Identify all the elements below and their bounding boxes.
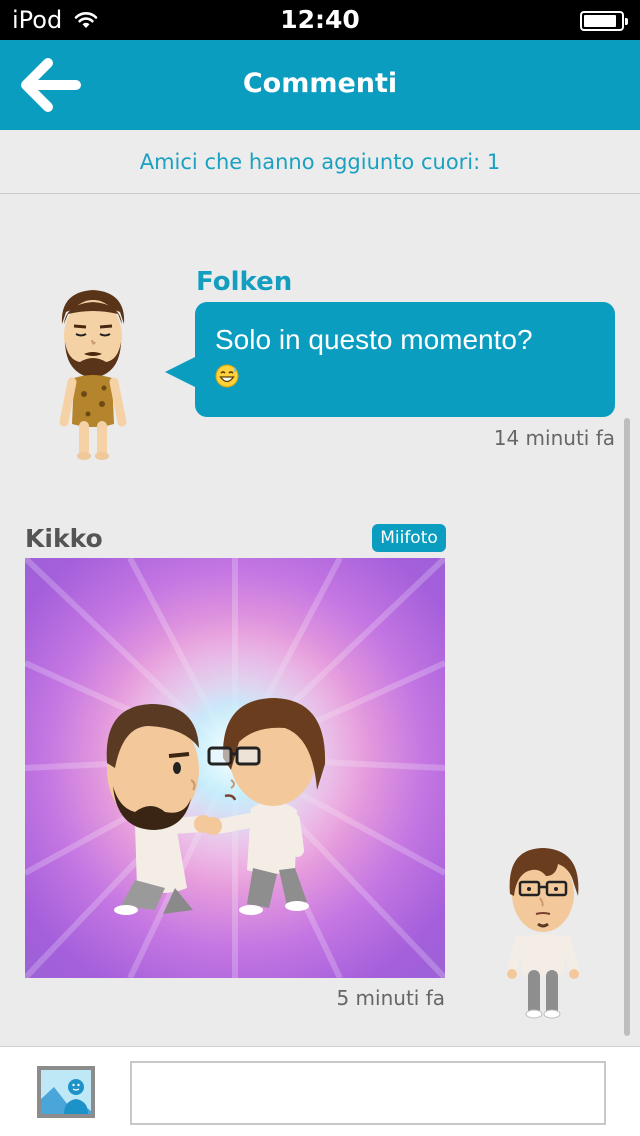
hearts-summary[interactable]: Amici che hanno aggiunto cuori: 1 <box>0 130 640 194</box>
folken-avatar[interactable] <box>48 284 138 464</box>
comment-timestamp: 5 minuti fa <box>336 986 445 1010</box>
battery-icon <box>580 11 628 31</box>
comment-text: Solo in questo momento? <box>215 324 533 355</box>
comment-bubble: Solo in questo momento? <box>165 302 615 417</box>
commenter-name[interactable]: Kikko <box>25 524 103 554</box>
sweat-smile-emoji-icon <box>215 364 239 388</box>
photo-attach-button[interactable] <box>36 1065 96 1119</box>
comment-composer <box>0 1046 640 1136</box>
comment-input[interactable] <box>130 1061 606 1125</box>
status-time: 12:40 <box>280 5 360 34</box>
photo-attach-icon <box>37 1066 95 1118</box>
header-bar: Commenti <box>0 40 640 130</box>
miifoto-badge: Miifoto <box>372 524 446 552</box>
commenter-name[interactable]: Folken <box>196 266 292 298</box>
comments-list: Folken Solo in questo momento? 14 minuti… <box>0 194 640 1046</box>
status-bar: iPod 12:40 <box>0 0 640 40</box>
comment-timestamp: 14 minuti fa <box>493 426 615 450</box>
page-title: Commenti <box>242 68 398 99</box>
scrollbar[interactable] <box>624 418 630 1036</box>
kikko-avatar[interactable] <box>498 842 588 1022</box>
miifoto-image[interactable] <box>25 558 445 978</box>
miifoto-illustration <box>25 558 445 978</box>
